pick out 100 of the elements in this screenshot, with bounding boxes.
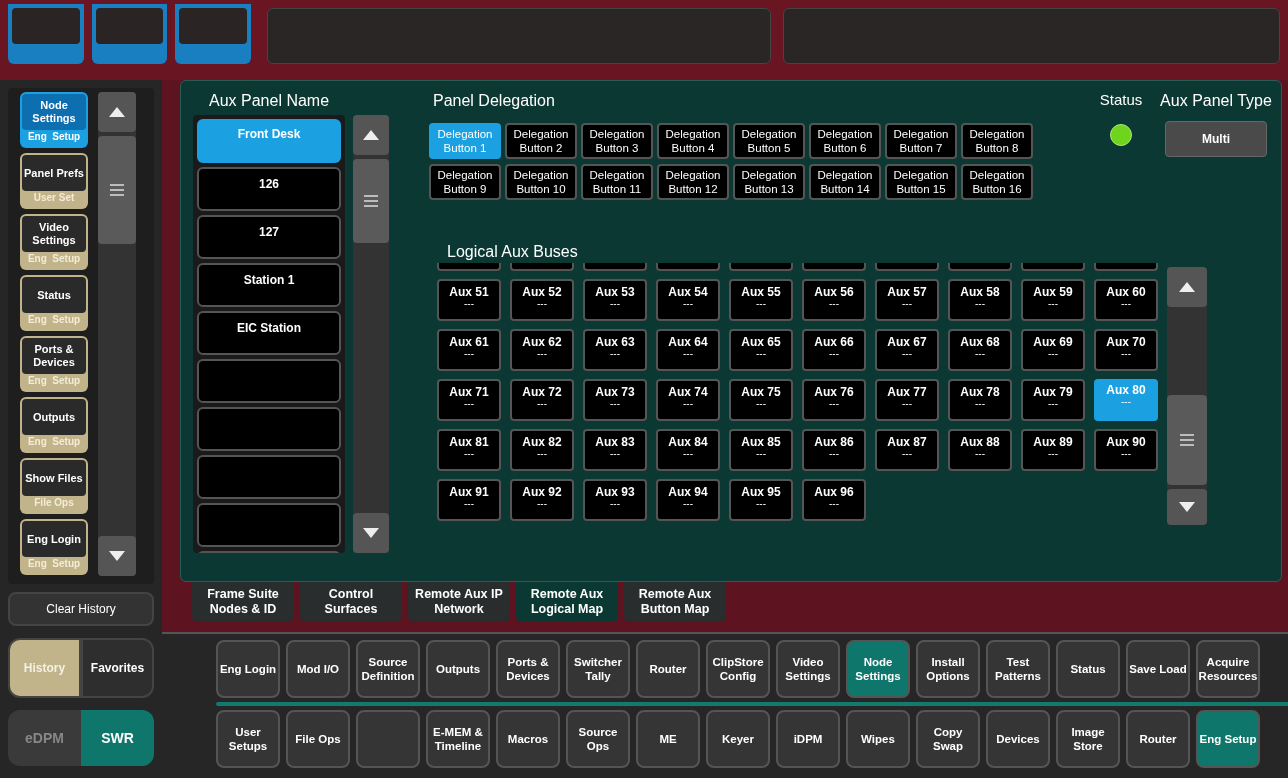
aux-bus-button[interactable]: Aux 81 --- (437, 429, 501, 471)
delegation-button[interactable]: Delegation Button 3 (581, 123, 653, 159)
history-item[interactable]: Video Settings Eng Setup (20, 214, 88, 270)
aux-bus-button[interactable]: Aux 83 --- (583, 429, 647, 471)
menu-button[interactable]: File Ops (286, 710, 350, 768)
aux-panel-type-button[interactable]: Multi (1165, 121, 1267, 157)
aux-bus-button[interactable]: Aux 87 --- (875, 429, 939, 471)
empty-list-slot[interactable] (197, 359, 341, 403)
menu-button[interactable]: Copy Swap (916, 710, 980, 768)
aux-bus-button[interactable]: Aux 72 --- (510, 379, 574, 421)
delegation-button[interactable]: Delegation Button 6 (809, 123, 881, 159)
sub-tab[interactable]: Remote Aux Button Map (624, 582, 726, 622)
delegation-button[interactable]: Delegation Button 15 (885, 164, 957, 200)
scroll-down-button[interactable] (1167, 489, 1207, 525)
empty-list-slot[interactable] (197, 407, 341, 451)
menu-button[interactable]: Image Store (1056, 710, 1120, 768)
history-item[interactable]: Status Eng Setup (20, 275, 88, 331)
aux-bus-button[interactable]: Aux 78 --- (948, 379, 1012, 421)
menu-button[interactable]: Router (1126, 710, 1190, 768)
aux-bus-button[interactable]: Aux 58 --- (948, 279, 1012, 321)
aux-bus-button[interactable]: Aux 76 --- (802, 379, 866, 421)
delegation-button[interactable]: Delegation Button 11 (581, 164, 653, 200)
empty-list-slot[interactable] (197, 455, 341, 499)
aux-bus-button[interactable]: Aux 65 --- (729, 329, 793, 371)
aux-bus-button[interactable]: Aux 85 --- (729, 429, 793, 471)
menu-button[interactable]: Test Patterns (986, 640, 1050, 698)
scroll-thumb[interactable] (1167, 395, 1207, 485)
scroll-thumb[interactable] (353, 159, 389, 243)
scrollbar[interactable] (1167, 267, 1207, 525)
aux-bus-button[interactable]: Aux 56 --- (802, 279, 866, 321)
aux-bus-button[interactable]: Aux 89 --- (1021, 429, 1085, 471)
menu-button[interactable]: Ports & Devices (496, 640, 560, 698)
aux-bus-button[interactable]: Aux 88 --- (948, 429, 1012, 471)
delegation-button[interactable]: Delegation Button 7 (885, 123, 957, 159)
sub-tab[interactable]: Remote Aux IP Network (408, 582, 510, 622)
scroll-up-button[interactable] (353, 115, 389, 155)
aux-bus-button[interactable]: Aux 75 --- (729, 379, 793, 421)
aux-bus-button[interactable] (583, 263, 647, 271)
panel-name-item[interactable]: 126 (197, 167, 341, 211)
menu-button[interactable]: Source Ops (566, 710, 630, 768)
delegation-button[interactable]: Delegation Button 13 (733, 164, 805, 200)
aux-bus-button[interactable]: Aux 92 --- (510, 479, 574, 521)
top-panel-button[interactable] (8, 4, 84, 64)
aux-bus-button[interactable] (948, 263, 1012, 271)
menu-button[interactable]: iDPM (776, 710, 840, 768)
mode-tab[interactable]: SWR (81, 710, 154, 766)
aux-bus-button[interactable]: Aux 69 --- (1021, 329, 1085, 371)
sub-tab[interactable]: Frame Suite Nodes & ID (192, 582, 294, 622)
aux-bus-button[interactable]: Aux 62 --- (510, 329, 574, 371)
aux-bus-button[interactable]: Aux 61 --- (437, 329, 501, 371)
menu-button[interactable]: Status (1056, 640, 1120, 698)
menu-button[interactable]: Mod I/O (286, 640, 350, 698)
aux-bus-button[interactable] (875, 263, 939, 271)
aux-bus-button[interactable] (729, 263, 793, 271)
aux-bus-button[interactable] (437, 263, 501, 271)
menu-button[interactable]: Macros (496, 710, 560, 768)
menu-button[interactable]: Devices (986, 710, 1050, 768)
aux-bus-button[interactable]: Aux 91 --- (437, 479, 501, 521)
scroll-down-button[interactable] (98, 536, 136, 576)
sub-tab[interactable]: Remote Aux Logical Map (516, 582, 618, 622)
aux-bus-button[interactable]: Aux 86 --- (802, 429, 866, 471)
aux-bus-button[interactable] (802, 263, 866, 271)
aux-bus-button[interactable]: Aux 57 --- (875, 279, 939, 321)
aux-bus-button[interactable]: Aux 59 --- (1021, 279, 1085, 321)
menu-button[interactable]: Video Settings (776, 640, 840, 698)
history-item[interactable]: Outputs Eng Setup (20, 397, 88, 453)
menu-button[interactable]: Save Load (1126, 640, 1190, 698)
aux-bus-button[interactable]: Aux 52 --- (510, 279, 574, 321)
history-item[interactable]: Panel Prefs User Set (20, 153, 88, 209)
panel-name-item[interactable]: Station 1 (197, 263, 341, 307)
menu-button[interactable]: Router (636, 640, 700, 698)
aux-bus-button[interactable]: Aux 82 --- (510, 429, 574, 471)
aux-bus-button[interactable] (656, 263, 720, 271)
aux-bus-button[interactable]: Aux 96 --- (802, 479, 866, 521)
clear-history-button[interactable]: Clear History (8, 592, 154, 626)
aux-bus-button[interactable]: Aux 53 --- (583, 279, 647, 321)
menu-button[interactable]: Node Settings (846, 640, 910, 698)
history-item[interactable]: Ports & Devices Eng Setup (20, 336, 88, 392)
menu-button[interactable]: Acquire Resources (1196, 640, 1260, 698)
scroll-thumb[interactable] (98, 136, 136, 244)
menu-button[interactable]: ClipStore Config (706, 640, 770, 698)
delegation-button[interactable]: Delegation Button 14 (809, 164, 881, 200)
delegation-button[interactable]: Delegation Button 8 (961, 123, 1033, 159)
aux-bus-button[interactable]: Aux 67 --- (875, 329, 939, 371)
menu-button[interactable]: Eng Setup (1196, 710, 1260, 768)
scroll-up-button[interactable] (98, 92, 136, 132)
aux-bus-button[interactable]: Aux 94 --- (656, 479, 720, 521)
aux-bus-button[interactable]: Aux 55 --- (729, 279, 793, 321)
aux-bus-button[interactable]: Aux 84 --- (656, 429, 720, 471)
sub-tab[interactable]: Control Surfaces (300, 582, 402, 622)
menu-button[interactable]: Outputs (426, 640, 490, 698)
aux-bus-button[interactable]: Aux 77 --- (875, 379, 939, 421)
scrollbar[interactable] (353, 115, 389, 553)
delegation-button[interactable]: Delegation Button 4 (657, 123, 729, 159)
aux-bus-button[interactable]: Aux 90 --- (1094, 429, 1158, 471)
aux-bus-button[interactable] (1021, 263, 1085, 271)
aux-bus-button[interactable]: Aux 74 --- (656, 379, 720, 421)
delegation-button[interactable]: Delegation Button 2 (505, 123, 577, 159)
history-item[interactable]: Show Files File Ops (20, 458, 88, 514)
aux-bus-button[interactable]: Aux 63 --- (583, 329, 647, 371)
